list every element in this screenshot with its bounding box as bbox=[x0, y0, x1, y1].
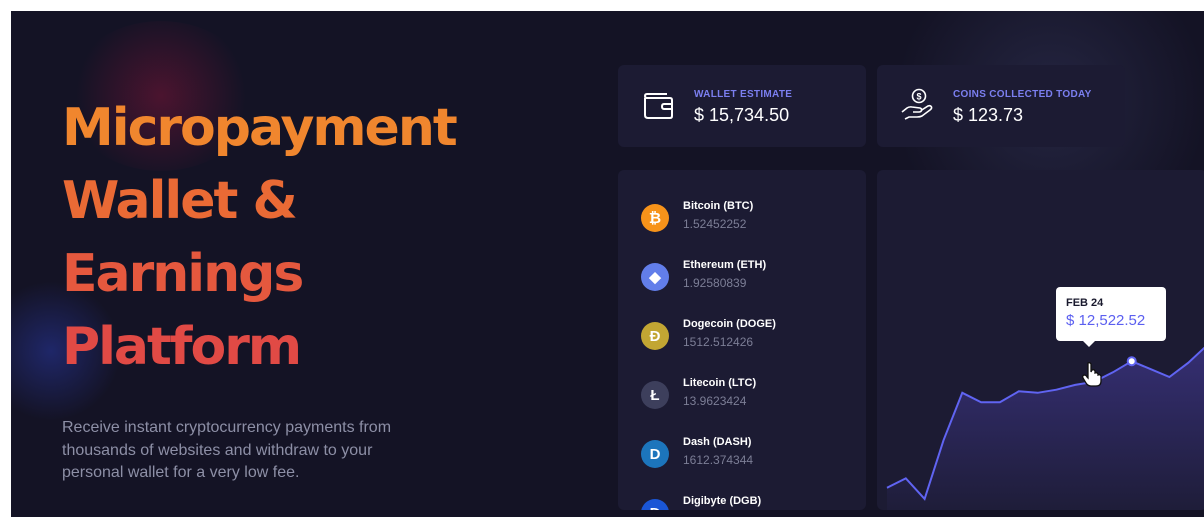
stat-label: COINS COLLECTED TODAY bbox=[953, 89, 1092, 100]
dash-icon: D bbox=[641, 440, 669, 468]
hero-subtitle: Receive instant cryptocurrency payments … bbox=[62, 417, 462, 485]
ethereum-icon: ◆ bbox=[641, 263, 669, 291]
coin-hand-icon: $ bbox=[901, 88, 933, 120]
coin-list: ₿ Bitcoin (BTC) 1.52452252 ◆ Ethereum (E… bbox=[618, 170, 866, 510]
ethereum-symbol: ◆ bbox=[649, 269, 661, 286]
coin-item-bitcoin[interactable]: ₿ Bitcoin (BTC) 1.52452252 bbox=[618, 196, 866, 246]
chart-tooltip: FEB 24 $ 12,522.52 bbox=[1056, 287, 1166, 347]
coin-item-ethereum[interactable]: ◆ Ethereum (ETH) 1.92580839 bbox=[618, 255, 866, 305]
coin-amount: 13.9623424 bbox=[683, 394, 747, 408]
coin-item-digibyte[interactable]: Ɖ Digibyte (DGB) bbox=[618, 491, 866, 510]
bitcoin-symbol: ₿ bbox=[648, 209, 662, 227]
chart-highlight-point[interactable] bbox=[1126, 356, 1137, 367]
litecoin-symbol: Ł bbox=[650, 386, 660, 404]
litecoin-icon: Ł bbox=[641, 381, 669, 409]
coin-name: Digibyte (DGB) bbox=[683, 495, 762, 507]
coin-name: Litecoin (LTC) bbox=[683, 377, 757, 389]
subtitle-line: thousands of websites and withdraw to yo… bbox=[62, 441, 373, 459]
coin-name: Ethereum (ETH) bbox=[683, 259, 767, 271]
coin-amount: 1512.512426 bbox=[683, 335, 754, 349]
dash-symbol: D bbox=[649, 445, 661, 463]
hero-headline: Micropayment Wallet & Earnings Platform bbox=[62, 92, 458, 384]
coin-name: Dogecoin (DOGE) bbox=[683, 318, 776, 330]
headline-line: Wallet & bbox=[62, 171, 298, 231]
headline-line: Platform bbox=[62, 317, 302, 377]
headline-line: Micropayment bbox=[62, 98, 458, 158]
svg-text:$: $ bbox=[916, 92, 921, 102]
coin-name: Dash (DASH) bbox=[683, 436, 752, 448]
wallet-icon bbox=[643, 93, 673, 119]
coin-name: Bitcoin (BTC) bbox=[683, 200, 754, 212]
stat-label: WALLET ESTIMATE bbox=[694, 89, 793, 100]
coin-amount: 1.92580839 bbox=[683, 276, 747, 290]
dogecoin-icon: Ð bbox=[641, 322, 669, 350]
subtitle-line: personal wallet for a very low fee. bbox=[62, 464, 300, 481]
coin-item-litecoin[interactable]: Ł Litecoin (LTC) 13.9623424 bbox=[618, 373, 866, 423]
coin-amount: 1612.374344 bbox=[683, 453, 754, 467]
tooltip-value: $ 12,522.52 bbox=[1066, 312, 1146, 329]
hand-cursor-icon bbox=[1082, 362, 1102, 387]
coin-item-dash[interactable]: D Dash (DASH) 1612.374344 bbox=[618, 432, 866, 482]
coins-collected-card: $ COINS COLLECTED TODAY $ 123.73 bbox=[877, 65, 1125, 147]
headline-line: Earnings bbox=[62, 244, 304, 304]
coin-amount: 1.52452252 bbox=[683, 217, 747, 231]
stat-value: $ 123.73 bbox=[953, 105, 1024, 125]
digibyte-symbol: Ɖ bbox=[650, 505, 661, 511]
coin-item-dogecoin[interactable]: Ð Dogecoin (DOGE) 1512.512426 bbox=[618, 314, 866, 364]
bitcoin-icon: ₿ bbox=[641, 204, 669, 232]
wallet-estimate-card: WALLET ESTIMATE $ 15,734.50 bbox=[618, 65, 866, 147]
dogecoin-symbol: Ð bbox=[649, 327, 661, 345]
tooltip-date: FEB 24 bbox=[1066, 297, 1104, 309]
subtitle-line: Receive instant cryptocurrency payments … bbox=[62, 419, 392, 436]
chart-area bbox=[887, 348, 1204, 510]
digibyte-icon: Ɖ bbox=[641, 499, 669, 510]
stat-value: $ 15,734.50 bbox=[694, 105, 790, 125]
